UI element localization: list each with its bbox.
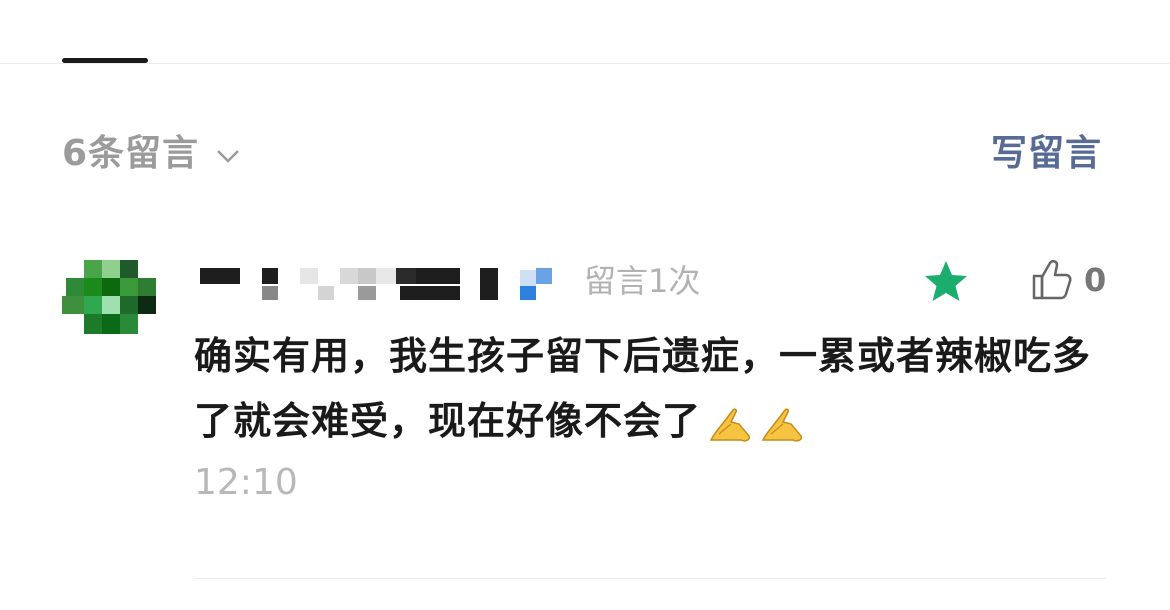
comment-content: 确实有用，我生孩子留下后遗症，一累或者辣椒吃多了就会难受，现在好像不会了 (194, 324, 1094, 454)
comment-divider (194, 578, 1106, 579)
comment-time: 12:10 (194, 462, 298, 503)
write-comment-button[interactable]: 写留言 (991, 124, 1102, 176)
comment-count-toggle[interactable]: 6条留言 (62, 124, 241, 176)
comment-meta: 留言1次 (584, 262, 701, 300)
avatar[interactable] (62, 250, 160, 348)
like-button[interactable]: 0 (1028, 256, 1106, 304)
like-count: 0 (1084, 261, 1107, 299)
emoji-group (701, 404, 805, 444)
comment-item: 留言1次 0 确实有用，我生孩子留下后遗症，一累或者辣椒吃多了就会难受，现在好像… (62, 250, 1112, 580)
comments-header: 6条留言 写留言 (62, 118, 1102, 174)
tab-bar (0, 0, 1170, 64)
tab-divider (0, 63, 1170, 64)
folded-hands-emoji (709, 407, 751, 442)
chevron-down-icon (215, 137, 241, 163)
star-icon[interactable] (922, 258, 970, 306)
comment-text: 确实有用，我生孩子留下后遗症，一累或者辣椒吃多了就会难受，现在好像不会了 (194, 334, 1092, 443)
folded-hands-emoji (761, 407, 803, 442)
nickname-pixelated[interactable] (200, 258, 560, 300)
thumbs-up-icon (1032, 260, 1072, 300)
comment-count-label: 6条留言 (62, 133, 200, 174)
